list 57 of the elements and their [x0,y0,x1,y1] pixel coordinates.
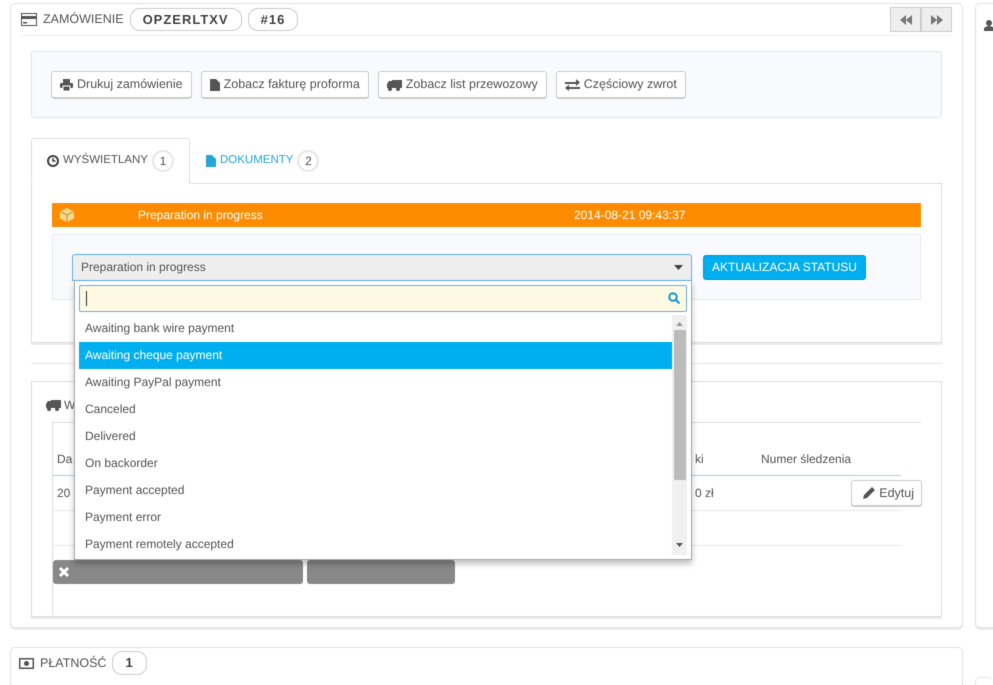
payment-count: 1 [112,651,147,675]
delete-button[interactable] [53,560,303,584]
money-icon [19,658,34,668]
box-icon [60,208,74,222]
previous-button[interactable] [890,7,921,32]
edit-button[interactable]: Edytuj [851,480,922,506]
dropdown-option[interactable]: Awaiting bank wire payment [79,314,672,342]
status-date: 2014-08-21 09:43:37 [574,207,686,224]
dropdown-option[interactable]: Delivered [79,422,672,450]
dropdown-option[interactable]: Payment accepted [79,476,672,504]
dropdown-option[interactable]: Payment remotely accepted [79,530,672,558]
order-number: #16 [248,8,298,32]
action-button[interactable]: Zobacz list przewozowy [378,71,547,98]
scrollbar[interactable] [672,314,687,554]
document-icon [206,155,216,167]
dropdown-option[interactable]: Awaiting PayPal payment [79,368,672,396]
action-button[interactable] [307,560,455,584]
document-icon [210,78,220,90]
person-icon [984,20,993,31]
tab-count: 1 [152,150,174,172]
fast-forward-icon [930,14,942,24]
dropdown-option[interactable]: On backorder [79,450,672,476]
dropdown-option[interactable]: Canceled [79,396,672,422]
table-cell-text: 20 [57,485,70,502]
dropdown-option[interactable]: Payment error [79,504,672,530]
search-icon [668,292,680,304]
exchange-icon [564,78,580,90]
status-name: Preparation in progress [138,207,264,224]
table-cell-text: 0 zł [695,485,714,502]
printer-icon [60,78,73,90]
truck-icon [46,399,61,411]
card-icon [21,13,37,26]
scroll-down-arrow[interactable] [676,542,683,546]
tab-count: 2 [297,150,320,172]
order-reference: OPZERLTXV [130,8,242,32]
action-button[interactable]: Drukuj zamówienie [51,71,192,98]
scroll-up-arrow[interactable] [676,322,683,326]
action-button[interactable]: Zobacz fakturę proforma [200,71,369,98]
column-header: Numer śledzenia [761,451,852,468]
column-header: Da [57,451,72,468]
rewind-icon [900,14,912,24]
dropdown-search-field[interactable] [79,284,687,312]
next-button[interactable] [921,7,952,32]
tab[interactable]: WYŚWIETLANY 1 [31,138,190,184]
close-icon [59,567,69,577]
panel-title: ZAMÓWIENIE [43,11,124,28]
column-header: ki [695,451,704,468]
panel-title: PŁATNOŚĆ [40,654,106,672]
tab[interactable]: DOKUMENTY 2 [190,138,336,184]
status-select[interactable]: Preparation in progress [72,254,692,280]
caret-icon [674,264,683,270]
truck-icon [386,78,402,90]
text-cursor [86,290,87,306]
scroll-thumb[interactable] [674,330,686,480]
pencil-icon [863,487,876,499]
clock-icon [47,155,59,167]
action-button[interactable]: Częściowy zwrot [556,71,686,98]
